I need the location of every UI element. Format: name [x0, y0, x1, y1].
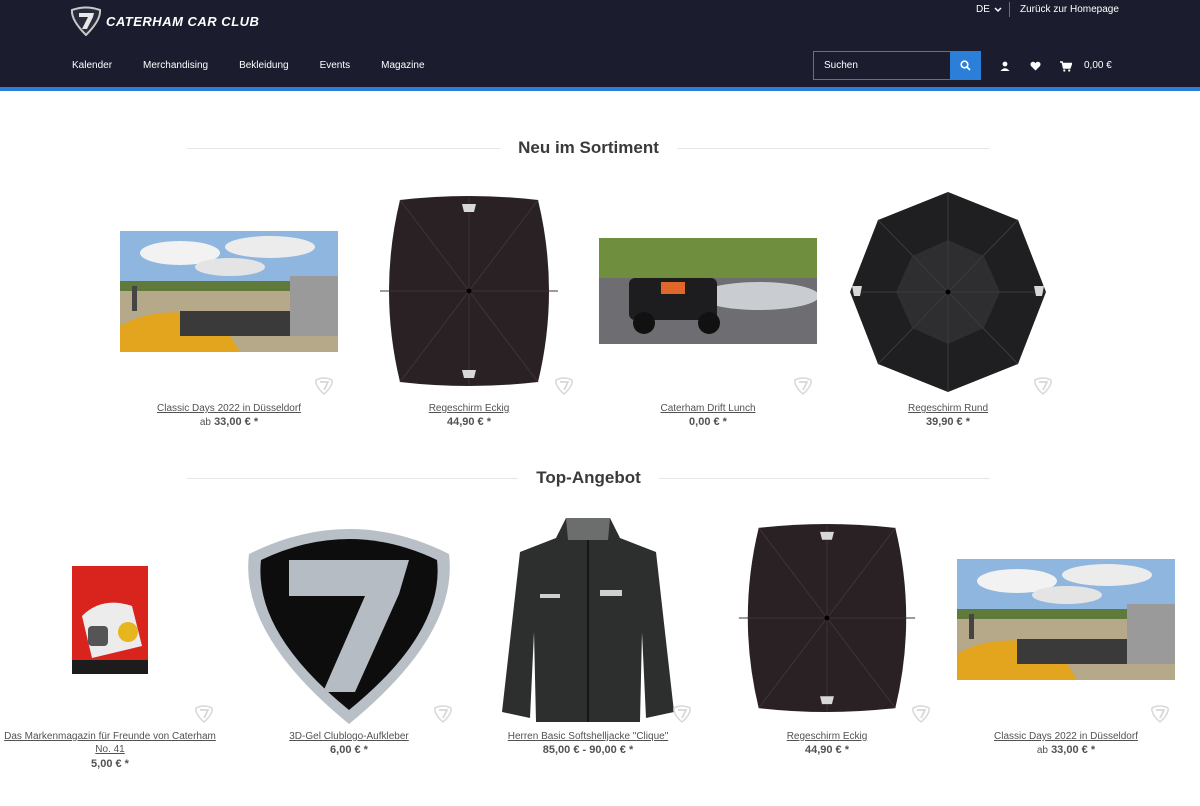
language-label: DE [976, 4, 990, 15]
language-selector[interactable]: DE [976, 4, 1002, 15]
square-umbrella-image [380, 196, 558, 386]
product-price: 0,00 € * [589, 416, 827, 428]
car-meet-photo [957, 559, 1175, 680]
product-name[interactable]: Classic Days 2022 in Düsseldorf [110, 402, 348, 415]
softshell-jacket-image [502, 518, 674, 722]
price-value: 5,00 € * [91, 758, 129, 770]
product-name[interactable]: Classic Days 2022 in Düsseldorf [956, 730, 1176, 743]
section-heading-top: Top-Angebot [187, 466, 991, 490]
account-button[interactable] [998, 59, 1012, 73]
product-price: 5,00 € * [0, 758, 220, 770]
product-card[interactable]: Regeschirm Rund 39,90 € * [829, 186, 1067, 432]
product-name[interactable]: 3D-Gel Clublogo-Aufkleber [239, 730, 459, 743]
caterham-watermark-icon [912, 705, 930, 724]
topbar-divider [1009, 2, 1010, 17]
heading-line [187, 147, 501, 149]
product-name[interactable]: Caterham Drift Lunch [589, 402, 827, 415]
chevron-down-icon [994, 6, 1002, 12]
caterham-watermark-icon [434, 705, 452, 724]
price-value: 44,90 € * [446, 416, 492, 428]
caterham-watermark-icon [1151, 705, 1169, 724]
heading-line [658, 477, 991, 479]
product-price: 6,00 € * [239, 744, 459, 756]
back-to-homepage-link[interactable]: Zurück zur Homepage [1020, 4, 1119, 15]
price-prefix: ab [1036, 745, 1048, 756]
product-image[interactable] [957, 559, 1175, 680]
price-prefix: ab [199, 417, 211, 428]
product-image[interactable] [846, 190, 1050, 394]
product-price: 44,90 € * [717, 744, 937, 756]
product-image[interactable] [599, 238, 817, 344]
product-name[interactable]: Herren Basic Softshelljacke "Clique" [478, 730, 698, 743]
caterham-watermark-icon [315, 377, 333, 396]
nav-item-events[interactable]: Events [320, 60, 351, 71]
header-accent-bar [0, 87, 1200, 91]
caterham-watermark-icon [555, 377, 573, 396]
product-card[interactable]: Herren Basic Softshelljacke "Clique" 85,… [478, 512, 698, 774]
price-value: 33,00 € * [214, 416, 259, 428]
square-umbrella-image [738, 523, 916, 713]
product-name[interactable]: Regeschirm Eckig [350, 402, 588, 415]
cart-icon [1060, 60, 1072, 72]
product-price: 85,00 € - 90,00 € * [478, 744, 698, 756]
magazine-cover-image [72, 566, 148, 674]
product-image[interactable] [120, 231, 338, 352]
round-umbrella-image [850, 192, 1046, 392]
product-name[interactable]: Regeschirm Eckig [717, 730, 937, 743]
logo-seven-icon [70, 6, 102, 36]
product-price: ab 33,00 € * [110, 416, 348, 428]
nav-item-kalender[interactable]: Kalender [72, 60, 112, 71]
product-card[interactable]: 3D-Gel Clublogo-Aufkleber 6,00 € * [239, 512, 459, 774]
section-title-new: Neu im Sortiment [518, 138, 659, 157]
caterham-watermark-icon [1034, 377, 1052, 396]
drift-car-photo [599, 238, 817, 344]
price-value: 0,00 € * [689, 416, 727, 428]
product-name[interactable]: Das Markenmagazin für Freunde von Caterh… [0, 730, 220, 756]
logo-text: CATERHAM CAR CLUB [106, 13, 260, 29]
product-image[interactable] [72, 566, 148, 674]
site-logo[interactable]: CATERHAM CAR CLUB [70, 5, 270, 37]
product-card[interactable]: Regeschirm Eckig 44,90 € * [350, 186, 588, 432]
price-value: 85,00 € - 90,00 € * [542, 744, 634, 756]
product-card[interactable]: Classic Days 2022 in Düsseldorf ab 33,00… [956, 512, 1176, 774]
nav-item-magazine[interactable]: Magazine [381, 60, 424, 71]
product-name[interactable]: Regeschirm Rund [829, 402, 1067, 415]
search-input[interactable] [824, 60, 944, 71]
price-value: 39,90 € * [925, 416, 971, 428]
wishlist-button[interactable] [1028, 59, 1042, 73]
product-price: 44,90 € * [350, 416, 588, 428]
main-nav: Kalender Merchandising Bekleidung Events… [72, 60, 456, 71]
section-heading-new: Neu im Sortiment [187, 136, 990, 160]
nav-item-merchandising[interactable]: Merchandising [143, 60, 208, 71]
heading-line [187, 477, 519, 479]
product-card[interactable]: Caterham Drift Lunch 0,00 € * [589, 186, 827, 432]
product-price: 39,90 € * [829, 416, 1067, 428]
price-value: 33,00 € * [1051, 744, 1096, 756]
product-image[interactable] [729, 520, 925, 716]
product-price: ab 33,00 € * [956, 744, 1176, 756]
gel-sticker-image [248, 529, 450, 724]
caterham-watermark-icon [794, 377, 812, 396]
nav-item-bekleidung[interactable]: Bekleidung [239, 60, 288, 71]
caterham-watermark-icon [673, 705, 691, 724]
search-icon [960, 60, 971, 71]
price-value: 44,90 € * [804, 744, 850, 756]
product-image[interactable] [370, 192, 568, 390]
price-value: 6,00 € * [330, 744, 368, 756]
caterham-watermark-icon [195, 705, 213, 724]
cart-button[interactable] [1059, 59, 1073, 73]
product-card[interactable]: Classic Days 2022 in Düsseldorf ab 33,00… [110, 186, 348, 432]
product-card[interactable]: Regeschirm Eckig 44,90 € * [717, 512, 937, 774]
heading-line [676, 147, 990, 149]
product-card[interactable]: Das Markenmagazin für Freunde von Caterh… [0, 512, 220, 774]
search-button[interactable] [950, 51, 981, 80]
product-image[interactable] [239, 514, 459, 726]
section-title-top: Top-Angebot [536, 468, 641, 487]
heart-icon [1030, 61, 1040, 71]
car-meet-photo [120, 231, 338, 352]
product-image[interactable] [496, 512, 680, 724]
user-icon [1000, 61, 1010, 71]
cart-total[interactable]: 0,00 € [1084, 60, 1112, 71]
search-field [813, 51, 951, 80]
